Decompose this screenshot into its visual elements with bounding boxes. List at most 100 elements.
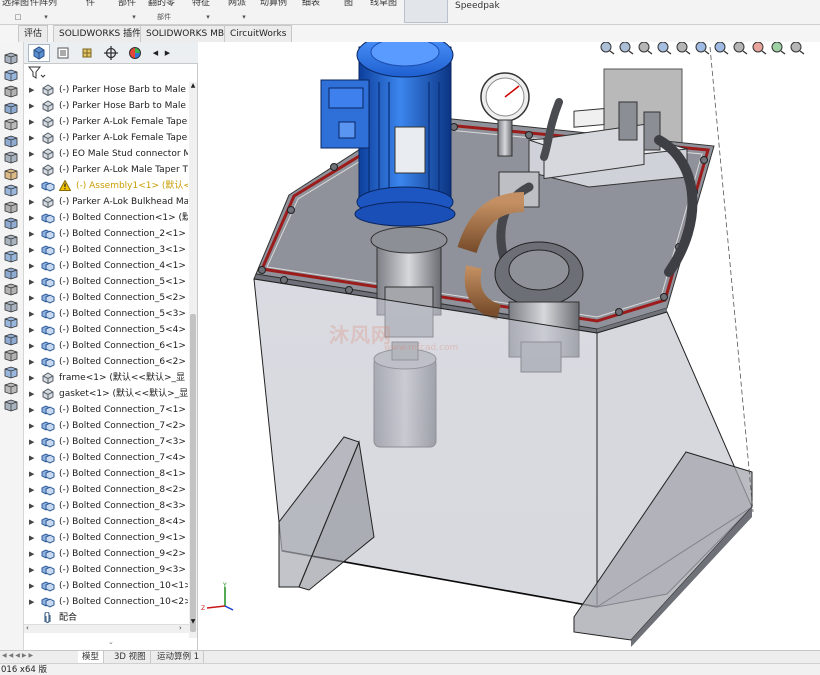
expand-arrow-icon[interactable]: ▶ — [29, 146, 34, 162]
expand-arrow-icon[interactable]: ▶ — [29, 466, 34, 482]
expand-arrow-icon[interactable]: ▶ — [29, 402, 34, 418]
toolbar-tool-icon[interactable] — [3, 267, 19, 280]
tab-circuitworks[interactable]: CircuitWorks — [224, 25, 293, 42]
tree-item[interactable]: ▶ (-) Bolted Connection_6<2> (默 — [24, 354, 188, 370]
scroll-left-arrow-icon[interactable]: ‹ — [26, 624, 29, 632]
previous-view-icon[interactable] — [637, 42, 653, 55]
tree-item[interactable]: ▶ (-) Parker Hose Barb to Male — [24, 98, 188, 114]
tree-item[interactable]: ▶ (-) Bolted Connection_6<1> (默 — [24, 338, 188, 354]
expand-arrow-icon[interactable]: ▶ — [29, 226, 34, 242]
tree-item[interactable]: ▶ (-) Bolted Connection_8<1> (默 — [24, 466, 188, 482]
tab-motion-study-1[interactable]: 运动算例 1 — [153, 651, 205, 663]
tree-item[interactable]: ▶ (-) Bolted Connection_9<2> (默 — [24, 546, 188, 562]
tree-item[interactable]: ▶ (-) Bolted Connection_9<1> (默 — [24, 530, 188, 546]
tree-item[interactable]: ▶ (-) Bolted Connection_4<1> (默 — [24, 258, 188, 274]
tab-solidworks-addins[interactable]: SOLIDWORKS 插件 — [53, 25, 148, 42]
ribbon-item[interactable]: 件阵列 ▾ — [30, 0, 62, 24]
tree-item[interactable]: ▶ gasket<1> (默认<<默认>_显 — [24, 386, 188, 402]
dimxpert-manager-tab[interactable] — [100, 44, 122, 62]
tree-item[interactable]: ▶ (-) Bolted Connection_5<3> (默 — [24, 306, 188, 322]
tree-horizontal-scrollbar[interactable]: ‹ › — [24, 624, 189, 633]
ribbon-selected-button[interactable] — [404, 0, 448, 23]
tree-item[interactable]: ▶ (-) Bolted Connection_7<3> (默 — [24, 434, 188, 450]
ribbon-item[interactable]: 动算例 — [260, 0, 292, 24]
toolbar-tool-icon[interactable] — [3, 250, 19, 263]
toolbar-tool-icon[interactable] — [3, 382, 19, 395]
graphics-area[interactable]: 沐风网 www.mfcad.com Y Z — [199, 42, 820, 650]
scroll-down-arrow-icon[interactable]: ▼ — [189, 618, 197, 625]
toolbar-tool-icon[interactable] — [3, 168, 19, 181]
zoom-to-fit-icon[interactable] — [599, 42, 615, 55]
tree-item[interactable]: ▶ (-) Bolted Connection_8<3> (默 — [24, 498, 188, 514]
expand-arrow-icon[interactable]: ▶ — [29, 530, 34, 546]
tree-item[interactable]: ▶ (-) Bolted Connection_5<4> (默 — [24, 322, 188, 338]
expand-arrow-icon[interactable]: ▶ — [29, 386, 34, 402]
tab-evaluate[interactable]: 评估 — [18, 25, 49, 42]
tab-3d-view[interactable]: 3D 视图 — [110, 651, 151, 663]
toolbar-tool-icon[interactable] — [3, 52, 19, 65]
apply-scene-icon[interactable] — [770, 42, 786, 55]
tree-vertical-scrollbar[interactable]: ▲ ▼ — [189, 82, 197, 638]
expand-arrow-icon[interactable]: ▶ — [29, 274, 34, 290]
tree-item[interactable]: ▶ (-) Bolted Connection_5<1> (默 — [24, 274, 188, 290]
ribbon-item[interactable]: 翻的零 部件 — [148, 0, 180, 24]
toolbar-tool-icon[interactable] — [3, 366, 19, 379]
expand-arrow-icon[interactable]: ▶ — [29, 418, 34, 434]
expand-arrow-icon[interactable]: ▶ — [29, 242, 34, 258]
tree-item[interactable]: ▶ (-) Bolted Connection<1> (默认 — [24, 210, 188, 226]
tree-item[interactable]: ▶ frame<1> (默认<<默认>_显 — [24, 370, 188, 386]
tab-model[interactable]: 模型 — [78, 651, 105, 663]
view-settings-icon[interactable] — [789, 42, 805, 55]
tree-item[interactable]: ▶ (-) Assembly1<1> (默认<默 — [24, 178, 188, 194]
toolbar-tool-icon[interactable] — [3, 234, 19, 247]
expand-arrow-icon[interactable]: ▶ — [29, 514, 34, 530]
ribbon-item[interactable]: Speedpak — [455, 0, 505, 24]
hydraulic-power-unit-model[interactable] — [199, 42, 820, 650]
expand-arrow-icon[interactable]: ▶ — [29, 178, 34, 194]
configuration-manager-tab[interactable] — [76, 44, 98, 62]
ribbon-item[interactable]: 细表 — [302, 0, 334, 24]
tree-item[interactable]: ▶ (-) Parker Hose Barb to Male — [24, 82, 188, 98]
expand-arrow-icon[interactable]: ▶ — [29, 434, 34, 450]
tree-filter-button[interactable] — [27, 66, 46, 80]
ribbon-item[interactable]: 特征 ▾ — [192, 0, 224, 24]
scroll-up-arrow-icon[interactable]: ▲ — [189, 82, 197, 89]
toolbar-tool-icon[interactable] — [3, 135, 19, 148]
dynamic-annotation-icon[interactable] — [675, 42, 691, 55]
hide-show-items-icon[interactable] — [732, 42, 748, 55]
expand-arrow-icon[interactable]: ▶ — [29, 82, 34, 98]
expand-arrow-icon[interactable]: ▶ — [29, 322, 34, 338]
expand-arrow-icon[interactable]: ▶ — [29, 290, 34, 306]
tree-item[interactable]: ▶ (-) Bolted Connection_8<4> (默 — [24, 514, 188, 530]
toolbar-tool-icon[interactable] — [3, 102, 19, 115]
expand-arrow-icon[interactable]: ▶ — [29, 546, 34, 562]
view-orientation-icon[interactable] — [694, 42, 710, 55]
toolbar-tool-icon[interactable] — [3, 399, 19, 412]
tree-item[interactable]: ▶ (-) Bolted Connection_3<1> (默 — [24, 242, 188, 258]
tab-scroll-right[interactable]: ▶ — [162, 44, 173, 62]
expand-arrow-icon[interactable]: ▶ — [29, 562, 34, 578]
section-view-icon[interactable] — [656, 42, 672, 55]
tree-item[interactable]: ▶ (-) Parker A-Lok Female Taper — [24, 114, 188, 130]
scroll-right-arrow-icon[interactable]: › — [179, 624, 182, 632]
expand-arrow-icon[interactable]: ▶ — [29, 210, 34, 226]
zoom-area-icon[interactable] — [618, 42, 634, 55]
expand-arrow-icon[interactable]: ▶ — [29, 450, 34, 466]
expand-arrow-icon[interactable]: ▶ — [29, 98, 34, 114]
tree-item[interactable]: ▶ (-) Bolted Connection_10<2> — [24, 594, 188, 610]
toolbar-tool-icon[interactable] — [3, 118, 19, 131]
tree-item[interactable]: ▶ (-) Bolted Connection_7<2> (默 — [24, 418, 188, 434]
featuremanager-tree-tab[interactable] — [28, 44, 50, 62]
toolbar-tool-icon[interactable] — [3, 217, 19, 230]
expand-arrow-icon[interactable]: ▶ — [29, 354, 34, 370]
tab-navigation-arrows-icon[interactable]: ◀◀◀▶▶ — [2, 652, 76, 662]
expand-arrow-icon[interactable]: ▶ — [29, 578, 34, 594]
ribbon-item[interactable]: 线草图 — [370, 0, 402, 24]
expand-arrow-icon[interactable]: ▶ — [29, 594, 34, 610]
tree-item[interactable]: ▶ (-) Parker A-Lok Male Taper T — [24, 162, 188, 178]
toolbar-tool-icon[interactable] — [3, 316, 19, 329]
expand-arrow-icon[interactable]: ▶ — [29, 162, 34, 178]
tab-scroll-left[interactable]: ◀ — [150, 44, 161, 62]
expand-arrow-icon[interactable]: ▶ — [29, 194, 34, 210]
tree-item[interactable]: ▶ (-) Parker A-Lok Bulkhead Ma — [24, 194, 188, 210]
